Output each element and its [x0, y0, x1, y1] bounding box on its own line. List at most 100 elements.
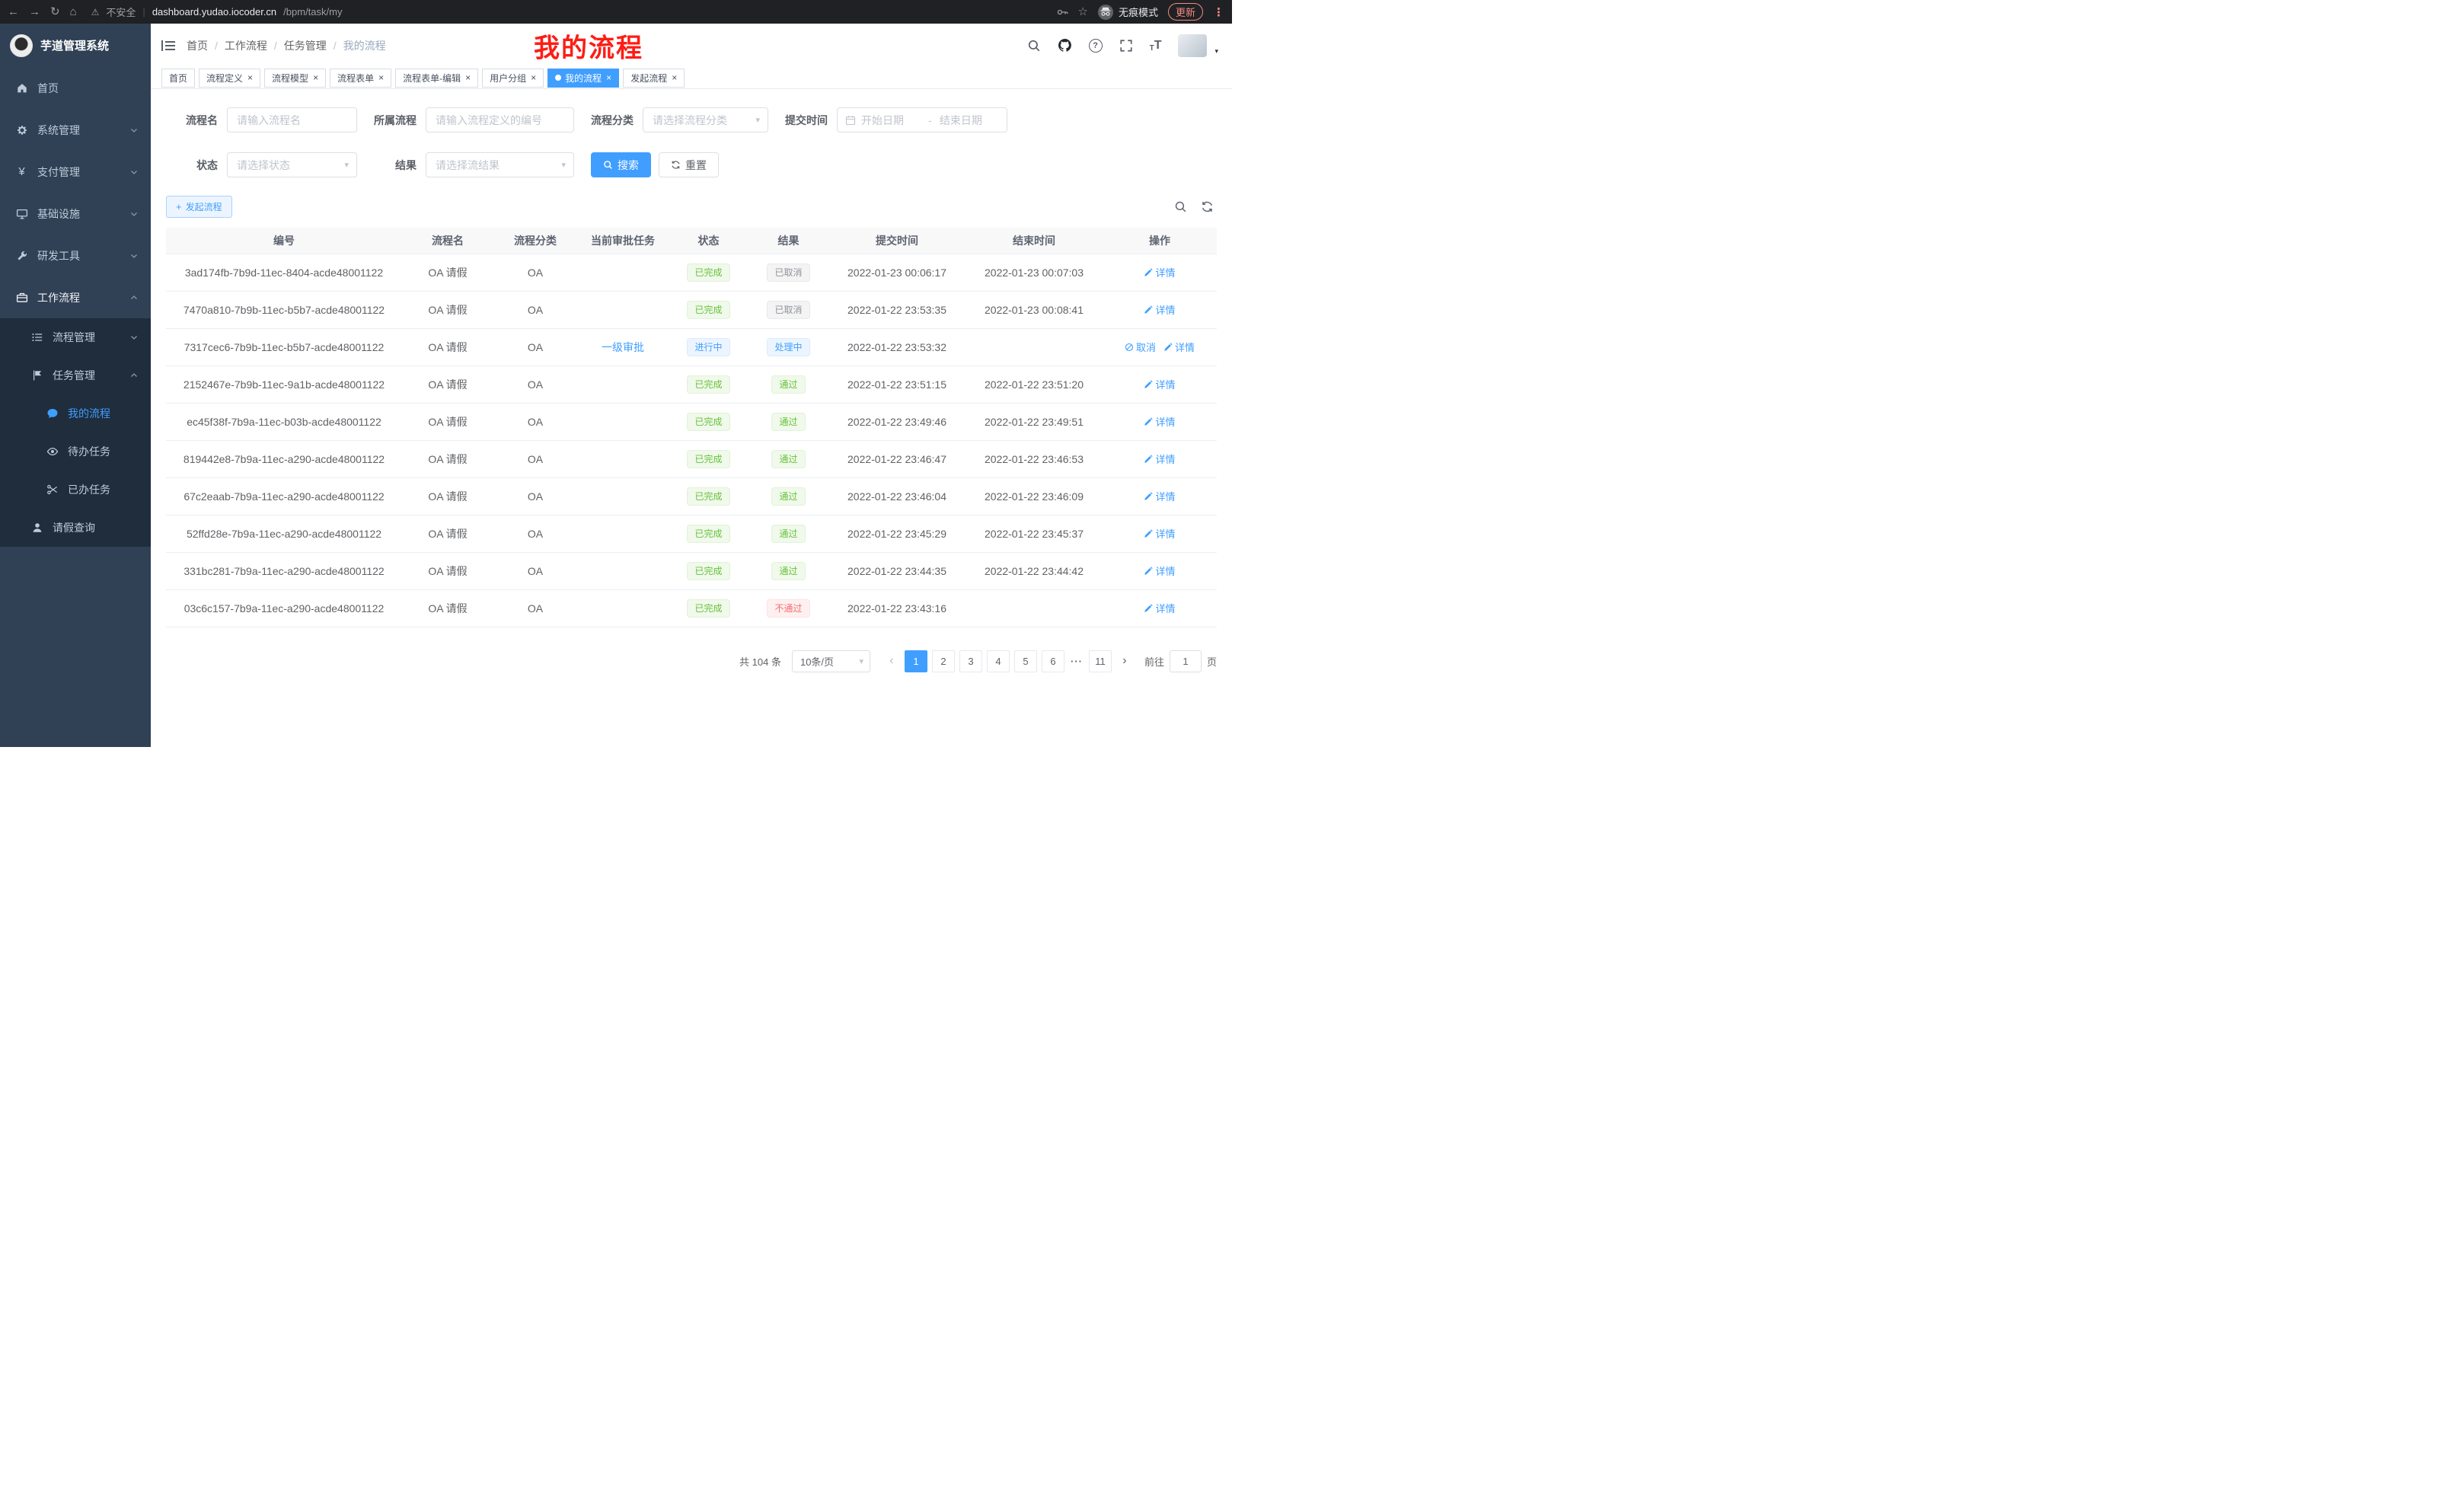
help-icon[interactable]: ?: [1089, 39, 1103, 53]
process-name-input[interactable]: [227, 107, 357, 132]
sidebar-item-infrastructure[interactable]: 基础设施: [0, 193, 151, 235]
detail-link[interactable]: 详情: [1144, 563, 1175, 578]
sidebar-item-task-management[interactable]: 任务管理: [0, 356, 151, 394]
page-size-select[interactable]: 10条/页 ▾: [792, 650, 870, 672]
search-icon: [603, 160, 613, 170]
reset-button[interactable]: 重置: [659, 152, 719, 177]
start-process-button[interactable]: + 发起流程: [166, 196, 232, 218]
sidebar-item-devtools[interactable]: 研发工具: [0, 235, 151, 276]
close-icon[interactable]: ×: [378, 73, 384, 82]
close-icon[interactable]: ×: [672, 73, 677, 82]
browser-reload-icon[interactable]: ↻: [50, 6, 60, 18]
bookmark-star-icon[interactable]: ☆: [1078, 6, 1088, 18]
sidebar-item-home[interactable]: 首页: [0, 67, 151, 109]
tab-process-form[interactable]: 流程表单×: [330, 69, 391, 88]
cell-category: OA: [493, 291, 577, 328]
detail-link[interactable]: 详情: [1144, 489, 1175, 503]
detail-link[interactable]: 详情: [1144, 452, 1175, 466]
detail-link[interactable]: 详情: [1144, 302, 1175, 317]
result-select[interactable]: 请选择流结果 ▾: [426, 152, 574, 177]
next-page-button[interactable]: ›: [1114, 654, 1135, 668]
close-icon[interactable]: ×: [313, 73, 318, 82]
sidebar-item-my-process[interactable]: 我的流程: [0, 394, 151, 433]
github-icon[interactable]: [1058, 38, 1072, 53]
tab-process-definition[interactable]: 流程定义×: [199, 69, 260, 88]
cell-task: 一级审批: [577, 328, 669, 366]
close-icon[interactable]: ×: [247, 73, 253, 82]
refresh-icon[interactable]: [1201, 200, 1214, 213]
detail-link[interactable]: 详情: [1144, 526, 1175, 541]
cell-task: [577, 477, 669, 515]
sidebar-item-workflow[interactable]: 工作流程: [0, 276, 151, 318]
cell-status: 已完成: [669, 440, 748, 477]
sidebar-item-system[interactable]: 系统管理: [0, 109, 151, 151]
breadcrumb-item[interactable]: 工作流程: [225, 38, 267, 53]
submit-time-range-picker[interactable]: 开始日期 - 结束日期: [837, 107, 1007, 132]
browser-home-icon[interactable]: ⌂: [70, 6, 77, 18]
cancel-icon: [1125, 343, 1134, 352]
page-number[interactable]: 6: [1042, 650, 1064, 672]
address-bar[interactable]: ⚠ 不安全 | dashboard.yudao.iocoder.cn/bpm/t…: [91, 5, 1046, 19]
browser-menu-icon[interactable]: ⋮: [1213, 5, 1224, 19]
search-icon[interactable]: [1027, 39, 1041, 53]
breadcrumb-item[interactable]: 首页: [187, 38, 208, 53]
cell-category: OA: [493, 403, 577, 440]
tab-process-form-edit[interactable]: 流程表单-编辑×: [395, 69, 478, 88]
cell-task: [577, 403, 669, 440]
tab-start-process[interactable]: 发起流程×: [623, 69, 685, 88]
cell-end-time: 2022-01-22 23:49:51: [965, 403, 1103, 440]
tab-my-process[interactable]: 我的流程×: [547, 69, 619, 88]
font-size-icon[interactable]: TT: [1150, 39, 1162, 53]
status-select[interactable]: 请选择状态 ▾: [227, 152, 357, 177]
update-button[interactable]: 更新: [1168, 3, 1203, 21]
detail-link[interactable]: 详情: [1144, 265, 1175, 279]
menu-fold-icon[interactable]: [161, 40, 175, 52]
page-number[interactable]: 11: [1089, 650, 1112, 672]
fullscreen-icon[interactable]: [1119, 39, 1133, 53]
table-row: 7317cec6-7b9b-11ec-b5b7-acde48001122 OA …: [166, 328, 1217, 366]
sidebar-item-leave-query[interactable]: 请假查询: [0, 509, 151, 547]
close-icon[interactable]: ×: [606, 73, 611, 82]
detail-link[interactable]: 详情: [1163, 340, 1195, 354]
total-count: 共 104 条: [739, 654, 781, 669]
detail-link[interactable]: 详情: [1144, 414, 1175, 429]
breadcrumb-item-current: 我的流程: [343, 38, 386, 53]
close-icon[interactable]: ×: [531, 73, 536, 82]
close-icon[interactable]: ×: [465, 73, 471, 82]
table-row: 03c6c157-7b9a-11ec-a290-acde48001122 OA …: [166, 589, 1217, 627]
goto-page-input[interactable]: [1170, 650, 1202, 672]
cell-id: 2152467e-7b9b-11ec-9a1b-acde48001122: [166, 366, 402, 403]
detail-link[interactable]: 详情: [1144, 601, 1175, 615]
avatar[interactable]: [1178, 34, 1207, 57]
page-number[interactable]: 4: [987, 650, 1010, 672]
breadcrumb-item[interactable]: 任务管理: [284, 38, 327, 53]
sidebar-item-todo-tasks[interactable]: 待办任务: [0, 433, 151, 471]
incognito-label: 无痕模式: [1119, 5, 1158, 19]
browser-back-icon[interactable]: ←: [8, 6, 19, 18]
tab-user-group[interactable]: 用户分组×: [482, 69, 544, 88]
end-date-placeholder: 结束日期: [940, 113, 999, 128]
process-definition-input[interactable]: [426, 107, 574, 132]
page-number[interactable]: 2: [932, 650, 955, 672]
caret-down-icon[interactable]: ▾: [1214, 47, 1218, 57]
cancel-link[interactable]: 取消: [1125, 340, 1156, 354]
page-number[interactable]: 5: [1014, 650, 1037, 672]
search-button[interactable]: 搜索: [591, 152, 651, 177]
task-link[interactable]: 一级审批: [602, 341, 644, 353]
status-tag: 已完成: [687, 599, 729, 618]
sidebar-item-process-management[interactable]: 流程管理: [0, 318, 151, 356]
cell-actions: 详情: [1103, 477, 1217, 515]
sidebar-item-done-tasks[interactable]: 已办任务: [0, 471, 151, 509]
prev-page-button[interactable]: ‹: [881, 654, 902, 668]
process-category-select[interactable]: 请选择流程分类 ▾: [643, 107, 768, 132]
sidebar-item-payment[interactable]: ¥ 支付管理: [0, 151, 151, 193]
tab-process-model[interactable]: 流程模型×: [264, 69, 326, 88]
search-toggle-icon[interactable]: [1174, 200, 1187, 213]
key-icon[interactable]: [1056, 6, 1068, 18]
tab-home[interactable]: 首页: [161, 69, 195, 88]
pagination-ellipsis[interactable]: ···: [1067, 656, 1087, 667]
detail-link[interactable]: 详情: [1144, 377, 1175, 391]
browser-forward-icon[interactable]: →: [29, 6, 40, 18]
page-number[interactable]: 3: [959, 650, 982, 672]
page-number[interactable]: 1: [905, 650, 927, 672]
